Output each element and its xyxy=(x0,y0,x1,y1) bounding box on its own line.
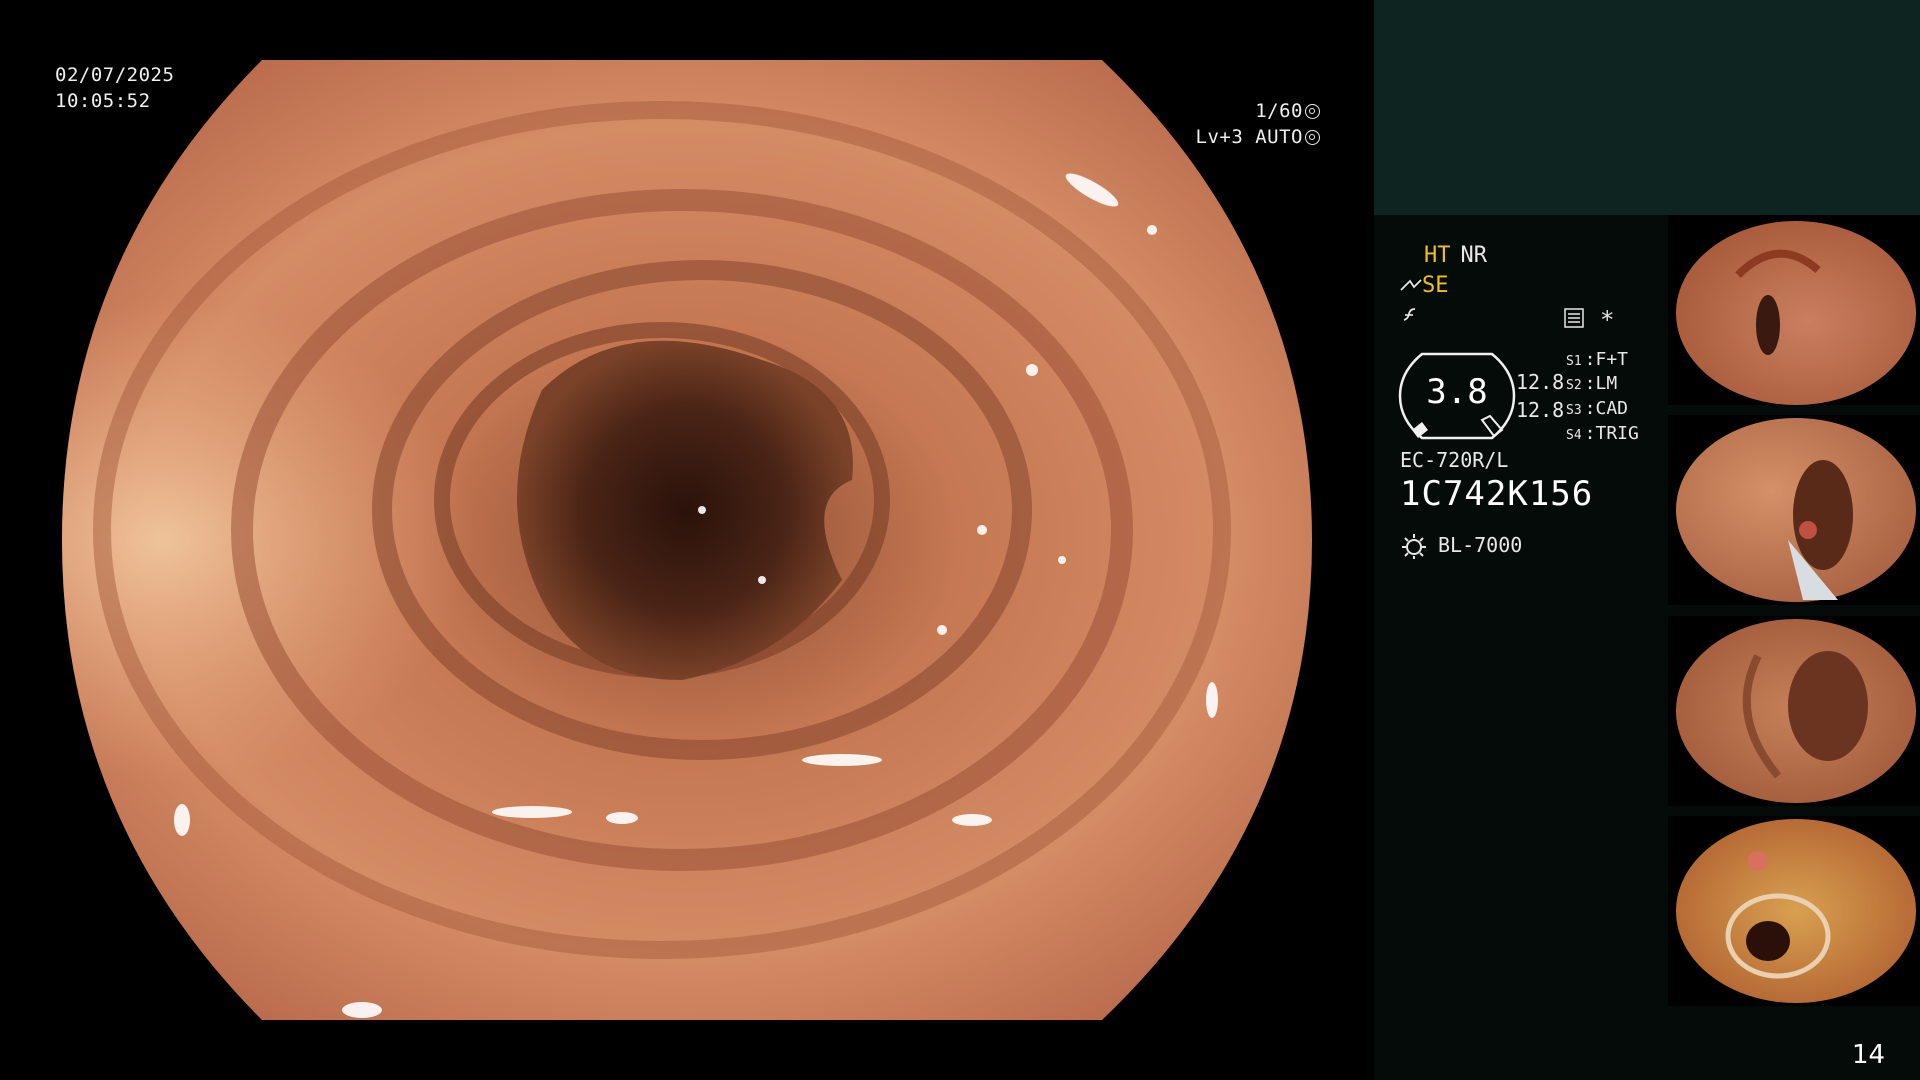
list-icon xyxy=(1564,308,1584,328)
captured-image-thumbnail[interactable] xyxy=(1668,616,1920,806)
captured-image-thumbnail[interactable] xyxy=(1668,215,1920,405)
mode-se: SE xyxy=(1422,273,1449,298)
gauge-value: 3.8 xyxy=(1426,372,1488,412)
switch-key: S1 xyxy=(1566,354,1582,369)
colon-lumen-image xyxy=(62,60,1312,1020)
switch-value: F+T xyxy=(1595,349,1629,370)
endoscope-main-view xyxy=(62,60,1312,1020)
switch-key: S4 xyxy=(1566,428,1582,443)
iris-text: AUTO xyxy=(1255,126,1303,148)
scope-tip-icon xyxy=(1400,279,1422,291)
gauge-line1: 12.8 xyxy=(1516,370,1565,394)
switch-4: S4:TRIG xyxy=(1566,423,1639,444)
light-source-label: BL-7000 xyxy=(1438,533,1523,557)
switch-2: S2:LM xyxy=(1566,373,1618,394)
switch-value: CAD xyxy=(1595,398,1629,419)
switch-1: S1:F+T xyxy=(1566,349,1629,370)
function-row xyxy=(1400,305,1420,331)
datetime-overlay: 02/07/2025 10:05:52 xyxy=(55,62,174,114)
light-source-icon xyxy=(1402,534,1426,559)
mode-ht: HT xyxy=(1424,243,1451,268)
mode-nr: NR xyxy=(1460,243,1488,268)
gauge-line2: 12.8 xyxy=(1516,398,1565,422)
iris-dial-icon xyxy=(1305,130,1320,145)
info-panel-header xyxy=(1374,0,1920,215)
scope-model: EC-720R/L xyxy=(1400,448,1509,472)
switch-3: S3:CAD xyxy=(1566,398,1629,419)
switch-value: LM xyxy=(1595,373,1618,394)
function-icon xyxy=(1403,308,1416,321)
shutter-text: 1/60 xyxy=(1255,100,1303,122)
shutter-dial-icon xyxy=(1305,104,1320,119)
asterisk-indicator: * xyxy=(1600,306,1615,334)
level-text: Lv+3 xyxy=(1195,126,1244,148)
time-text: 10:05:52 xyxy=(55,90,151,112)
captured-image-thumbnail[interactable] xyxy=(1668,415,1920,605)
switch-value: TRIG xyxy=(1595,423,1639,444)
page-number: 14 xyxy=(1852,1040,1886,1070)
date-text: 02/07/2025 xyxy=(55,64,175,86)
switch-key: S2 xyxy=(1566,378,1582,393)
structure-enhance-row: SE xyxy=(1400,273,1449,298)
captured-image-thumbnail[interactable] xyxy=(1668,816,1920,1006)
switch-key: S3 xyxy=(1566,403,1582,418)
exposure-overlay: 1/60 Lv+3 AUTO xyxy=(1190,98,1320,150)
scope-serial: 1C742K156 xyxy=(1400,474,1594,514)
image-mode-row: HT NR xyxy=(1424,243,1497,268)
